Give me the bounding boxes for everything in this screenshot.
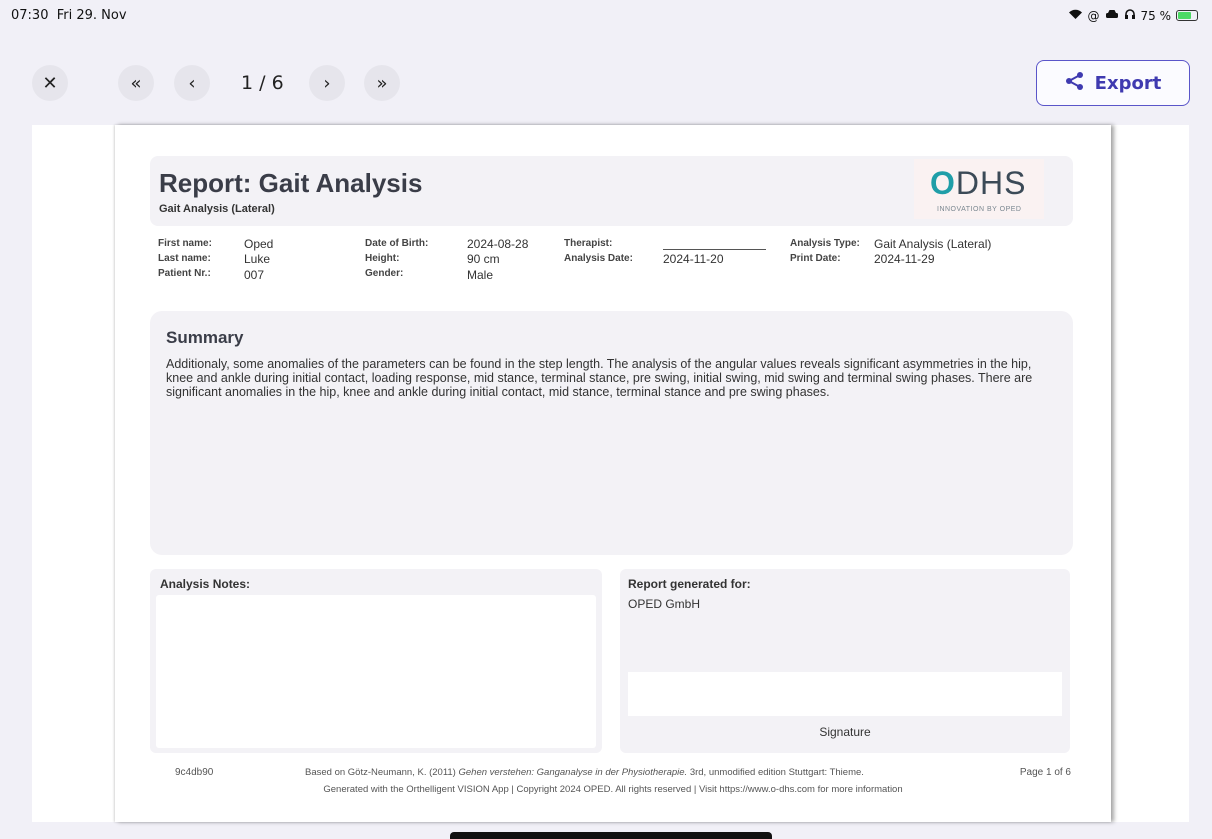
gender-label: Gender: — [365, 268, 404, 279]
patient-nr-label: Patient Nr.: — [158, 268, 211, 279]
generated-for-value: OPED GmbH — [628, 597, 701, 611]
first-page-button[interactable]: « — [118, 65, 154, 101]
summary-title: Summary — [166, 328, 244, 347]
report-subtitle: Gait Analysis (Lateral) — [159, 203, 275, 215]
height-label: Height: — [365, 253, 400, 264]
generated-for-label: Report generated for: — [628, 577, 751, 591]
status-time: 07:30 Fri 29. Nov — [11, 8, 127, 23]
battery-percent: 75 % — [1140, 8, 1172, 23]
analysis-type-label: Analysis Type: — [790, 238, 860, 249]
page-indicator: 1 / 6 — [241, 72, 284, 94]
citation: Based on Götz-Neumann, K. (2011) Gehen v… — [305, 767, 864, 778]
share-icon — [1065, 71, 1085, 96]
report-page: Report: Gait Analysis Gait Analysis (Lat… — [115, 125, 1111, 822]
close-button[interactable]: ✕ — [32, 65, 68, 101]
at-icon: @ — [1087, 8, 1100, 23]
analysis-type-value: Gait Analysis (Lateral) — [874, 237, 992, 251]
analysis-notes-label: Analysis Notes: — [160, 577, 251, 591]
battery-icon — [1176, 10, 1198, 21]
print-date-label: Print Date: — [790, 253, 841, 264]
summary-text: Additionaly, some anomalies of the param… — [166, 357, 1033, 399]
last-page-button[interactable]: » — [364, 65, 400, 101]
analysis-notes-area — [156, 595, 596, 748]
dob-value: 2024-08-28 — [467, 237, 529, 251]
logo-wordmark: ODHS — [930, 165, 1027, 201]
print-date-value: 2024-11-29 — [874, 252, 935, 266]
analysis-notes-section: Analysis Notes: — [150, 569, 602, 753]
wifi-icon — [1068, 8, 1083, 23]
patient-nr-value: 007 — [244, 268, 265, 282]
logo-tagline: INNOVATION BY OPED — [937, 206, 1022, 213]
therapist-signature-line — [663, 249, 766, 250]
close-icon: ✕ — [42, 72, 58, 94]
report-title: Report: Gait Analysis — [159, 168, 423, 198]
headphones-icon — [1124, 8, 1136, 23]
document-viewer[interactable]: Report: Gait Analysis Gait Analysis (Lat… — [32, 125, 1189, 822]
report-generated-for-section: Report generated for: OPED GmbH Signatur… — [620, 569, 1070, 753]
status-icons: @ 75 % — [1068, 8, 1198, 23]
odhs-logo: ODHS INNOVATION BY OPED — [914, 159, 1044, 219]
chevron-left-icon: ‹ — [188, 72, 196, 94]
car-icon — [1105, 9, 1119, 23]
battery-level — [1178, 12, 1191, 19]
last-name-value: Luke — [244, 252, 271, 266]
export-label: Export — [1094, 72, 1162, 94]
status-bar: 07:30 Fri 29. Nov @ 75 % — [0, 0, 1212, 30]
analysis-date-label: Analysis Date: — [564, 253, 633, 264]
double-chevron-left-icon: « — [130, 72, 142, 94]
report-id: 9c4db90 — [175, 767, 214, 778]
chevron-right-icon: › — [323, 72, 331, 94]
gender-value: Male — [467, 268, 494, 282]
page-number: Page 1 of 6 — [1019, 767, 1071, 778]
double-chevron-right-icon: » — [376, 72, 388, 94]
summary-section: Summary Additionaly, some anomalies of t… — [150, 311, 1073, 555]
copyright: Generated with the Orthelligent VISION A… — [323, 784, 903, 795]
signature-label: Signature — [819, 725, 871, 739]
home-indicator[interactable] — [450, 832, 772, 839]
analysis-date-value: 2024-11-20 — [663, 252, 724, 266]
export-button[interactable]: Export — [1036, 60, 1190, 106]
first-name-label: First name: — [158, 238, 212, 249]
signature-area — [628, 672, 1062, 716]
therapist-label: Therapist: — [564, 238, 613, 249]
report-header: Report: Gait Analysis Gait Analysis (Lat… — [150, 156, 1073, 226]
next-page-button[interactable]: › — [309, 65, 345, 101]
first-name-value: Oped — [244, 237, 274, 251]
height-value: 90 cm — [467, 252, 500, 266]
viewer-toolbar: ✕ « ‹ 1 / 6 › » Export — [0, 58, 1212, 110]
last-name-label: Last name: — [158, 253, 211, 264]
previous-page-button[interactable]: ‹ — [174, 65, 210, 101]
dob-label: Date of Birth: — [365, 238, 429, 249]
